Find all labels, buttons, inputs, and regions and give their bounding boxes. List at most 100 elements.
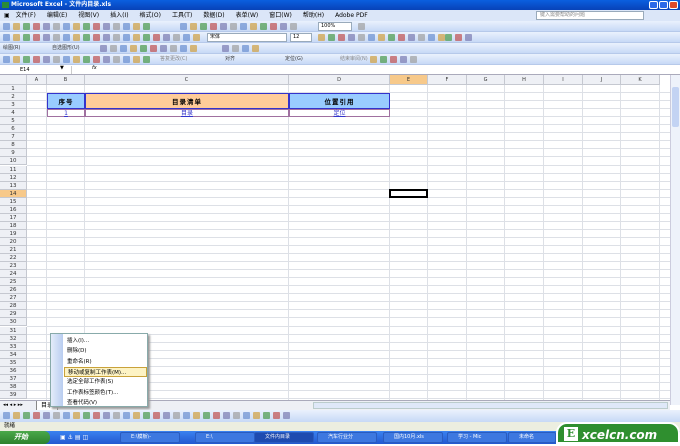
- toolbar-button-icon[interactable]: [180, 23, 187, 30]
- toolbar-button-icon[interactable]: [43, 23, 50, 30]
- minimize-button[interactable]: [649, 1, 658, 9]
- menu-item[interactable]: 格式(O): [140, 12, 161, 19]
- toolbar-button-icon[interactable]: [253, 412, 260, 419]
- toolbar-button-icon[interactable]: [378, 34, 385, 41]
- font-size-select[interactable]: 12: [290, 33, 312, 42]
- toolbar-button-icon[interactable]: [13, 23, 20, 30]
- row-header-31[interactable]: 31: [0, 326, 27, 335]
- row-header-10[interactable]: 10: [0, 157, 27, 166]
- toolbar-button-icon[interactable]: [123, 412, 130, 419]
- toolbar-button-icon[interactable]: [83, 34, 90, 41]
- toolbar-button-icon[interactable]: [153, 34, 160, 41]
- row-header-16[interactable]: 16: [0, 205, 27, 214]
- column-header-H[interactable]: H: [505, 75, 544, 85]
- toolbar-button-icon[interactable]: [200, 23, 207, 30]
- toolbar-button-icon[interactable]: [100, 45, 107, 52]
- menu-item[interactable]: 帮助(H): [303, 12, 324, 19]
- context-menu-item[interactable]: 插入(I)...: [64, 336, 147, 346]
- column-header-C[interactable]: C: [85, 75, 289, 85]
- toolbar-button-icon[interactable]: [455, 34, 462, 41]
- row-header-5[interactable]: 5: [0, 117, 27, 126]
- row-header-13[interactable]: 13: [0, 181, 27, 190]
- toolbar-button-icon[interactable]: [358, 34, 365, 41]
- row-header-6[interactable]: 6: [0, 125, 27, 134]
- toolbar-button-icon[interactable]: [318, 34, 325, 41]
- toolbar-button-icon[interactable]: [53, 34, 60, 41]
- row-header-34[interactable]: 34: [0, 350, 27, 359]
- toolbar-button-icon[interactable]: [408, 34, 415, 41]
- toolbar-button-icon[interactable]: [83, 56, 90, 63]
- row-header-33[interactable]: 33: [0, 342, 27, 351]
- toolbar-button-icon[interactable]: [233, 412, 240, 419]
- context-menu-item[interactable]: 选定全部工作表(S): [64, 377, 147, 387]
- help-search-input[interactable]: 键入需要帮助的问题: [536, 11, 644, 20]
- toolbar-button-icon[interactable]: [163, 34, 170, 41]
- toolbar-button-icon[interactable]: [53, 412, 60, 419]
- toolbar-button-icon[interactable]: [33, 23, 40, 30]
- toolbar-button-icon[interactable]: [260, 23, 267, 30]
- taskbar-item[interactable]: 学习 - Mic: [447, 432, 507, 443]
- menu-item[interactable]: 编辑(E): [47, 12, 67, 19]
- toolbar-button-icon[interactable]: [203, 412, 210, 419]
- toolbar-button-icon[interactable]: [410, 56, 417, 63]
- toolbar-button-icon[interactable]: [348, 34, 355, 41]
- row-header-3[interactable]: 3: [0, 101, 27, 110]
- select-all-corner[interactable]: [0, 75, 27, 85]
- toolbar-button-icon[interactable]: [93, 412, 100, 419]
- column-header-A[interactable]: A: [27, 75, 47, 85]
- toolbar-button-icon[interactable]: [103, 56, 110, 63]
- toolbar-button-icon[interactable]: [133, 23, 140, 30]
- align-button[interactable]: 对齐: [225, 54, 235, 65]
- column-header-G[interactable]: G: [467, 75, 505, 85]
- column-header-I[interactable]: I: [544, 75, 583, 85]
- header-cell-C2[interactable]: 目录清单: [85, 93, 289, 110]
- toolbar-button-icon[interactable]: [43, 34, 50, 41]
- row-header-1[interactable]: 1: [0, 85, 27, 94]
- taskbar-item[interactable]: 文件内目录: [254, 432, 314, 443]
- toolbar-button-icon[interactable]: [213, 412, 220, 419]
- toolbar-button-icon[interactable]: [63, 412, 70, 419]
- row-header-8[interactable]: 8: [0, 141, 27, 150]
- toolbar-button-icon[interactable]: [53, 56, 60, 63]
- context-menu-item[interactable]: 重命名(R): [64, 357, 147, 367]
- toolbar-button-icon[interactable]: [153, 412, 160, 419]
- menu-item[interactable]: Adobe PDF: [335, 12, 368, 19]
- quick-launch-icons[interactable]: ▣ ⚓ ▤ ◫: [60, 434, 88, 441]
- reply-button[interactable]: 答复更改(C): [160, 54, 187, 65]
- toolbar-button-icon[interactable]: [160, 45, 167, 52]
- row-header-32[interactable]: 32: [0, 334, 27, 343]
- row-header-28[interactable]: 28: [0, 302, 27, 311]
- toolbar-button-icon[interactable]: [13, 412, 20, 419]
- link-cell-B4[interactable]: 1: [47, 109, 85, 118]
- toolbar-button-icon[interactable]: [173, 34, 180, 41]
- row-header-4[interactable]: 4: [0, 109, 27, 118]
- toolbar-button-icon[interactable]: [143, 34, 150, 41]
- toolbar-button-icon[interactable]: [243, 412, 250, 419]
- toolbar-button-icon[interactable]: [73, 34, 80, 41]
- toolbar-button-icon[interactable]: [93, 34, 100, 41]
- toolbar-button-icon[interactable]: [43, 56, 50, 63]
- toolbar-button-icon[interactable]: [103, 412, 110, 419]
- row-header-22[interactable]: 22: [0, 254, 27, 263]
- toolbar-button-icon[interactable]: [193, 412, 200, 419]
- toolbar-button-icon[interactable]: [103, 23, 110, 30]
- toolbar-button-icon[interactable]: [3, 23, 10, 30]
- taskbar-item[interactable]: 国内10月.xls: [383, 432, 443, 443]
- row-header-39[interactable]: 39: [0, 390, 27, 399]
- toolbar-button-icon[interactable]: [273, 412, 280, 419]
- taskbar-item[interactable]: 汽车行业分: [317, 432, 377, 443]
- toolbar-button-icon[interactable]: [398, 34, 405, 41]
- row-header-23[interactable]: 23: [0, 262, 27, 271]
- formula-input[interactable]: [100, 66, 670, 74]
- taskbar-item[interactable]: 未命名: [508, 432, 556, 443]
- row-header-9[interactable]: 9: [0, 149, 27, 158]
- toolbar-button-icon[interactable]: [133, 412, 140, 419]
- context-menu-item[interactable]: 删除(D): [64, 346, 147, 356]
- toolbar-button-icon[interactable]: [390, 56, 397, 63]
- toolbar-button-icon[interactable]: [113, 56, 120, 63]
- toolbar-button-icon[interactable]: [232, 45, 239, 52]
- toolbar-button-icon[interactable]: [63, 23, 70, 30]
- toolbar-button-icon[interactable]: [418, 34, 425, 41]
- header-cell-B2[interactable]: 序号: [47, 93, 85, 110]
- row-header-36[interactable]: 36: [0, 366, 27, 375]
